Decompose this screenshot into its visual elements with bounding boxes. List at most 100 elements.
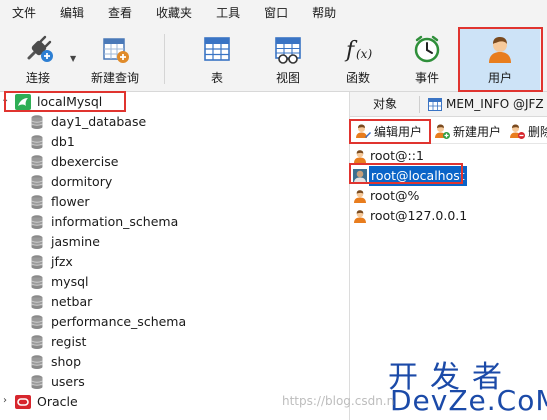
tree-node-database[interactable]: users	[0, 372, 349, 392]
new-user-label: 新建用户	[453, 124, 502, 139]
database-icon	[31, 215, 43, 229]
tree-node-database[interactable]: jasmine	[0, 232, 349, 252]
user-label: root@localhost	[369, 166, 467, 186]
user-list-item-selected[interactable]: root@localhost	[350, 166, 547, 186]
menu-file[interactable]: 文件	[0, 0, 48, 26]
new-query-label: 新建查询	[90, 71, 139, 85]
user-list-item[interactable]: root@%	[350, 186, 547, 206]
view-button[interactable]: 视图	[266, 28, 310, 90]
database-icon	[31, 115, 43, 129]
new-query-icon	[103, 38, 129, 63]
tree-node-database[interactable]: dormitory	[0, 172, 349, 192]
tree-node-database[interactable]: performance_schema	[0, 312, 349, 332]
tree-node-localmysql[interactable]: ⌄ localMysql	[0, 92, 349, 112]
table-button[interactable]: 表	[195, 28, 239, 90]
user-icon	[354, 150, 366, 163]
tree-node-database[interactable]: dbexercise	[0, 152, 349, 172]
tree-node-database[interactable]: shop	[0, 352, 349, 372]
user-button[interactable]: 用户	[460, 28, 540, 90]
database-icon	[31, 135, 43, 149]
event-label: 事件	[414, 71, 439, 85]
menu-help[interactable]: 帮助	[300, 0, 348, 26]
database-label: flower	[51, 194, 90, 209]
edit-user-button[interactable]: 编辑用户	[355, 121, 422, 141]
function-label: 函数	[345, 71, 370, 85]
tree-node-database[interactable]: mysql	[0, 272, 349, 292]
database-label: day1_database	[51, 114, 147, 129]
database-label: netbar	[51, 294, 93, 309]
toolbar-divider	[164, 34, 165, 84]
database-icon	[31, 235, 43, 249]
connect-button[interactable]: 连接	[8, 28, 68, 90]
database-icon	[31, 175, 43, 189]
tree-node-database[interactable]: regist	[0, 332, 349, 352]
database-icon	[31, 155, 43, 169]
table-icon	[428, 98, 442, 111]
expand-arrow-icon[interactable]: ⌄	[1, 94, 9, 105]
database-icon	[31, 355, 43, 369]
event-clock-icon	[414, 35, 440, 63]
watermark-english: DevZe.CoM	[390, 384, 547, 417]
user-list-item[interactable]: root@127.0.0.1	[350, 206, 547, 226]
database-label: dormitory	[51, 174, 113, 189]
user-icon	[354, 190, 366, 203]
database-label: performance_schema	[51, 314, 187, 329]
tree-node-database[interactable]: netbar	[0, 292, 349, 312]
new-user-icon	[435, 124, 450, 139]
svg-text:(x): (x)	[356, 47, 372, 61]
user-icon	[354, 210, 366, 223]
database-label: information_schema	[51, 214, 179, 229]
user-label: 用户	[487, 71, 512, 85]
database-label: users	[51, 374, 85, 389]
menu-window[interactable]: 窗口	[252, 0, 300, 26]
menu-tools[interactable]: 工具	[204, 0, 252, 26]
user-list-item[interactable]: root@::1	[350, 146, 547, 166]
tree-node-database[interactable]: flower	[0, 192, 349, 212]
menu-edit[interactable]: 编辑	[48, 0, 96, 26]
user-icon	[353, 169, 367, 183]
connect-label: 连接	[25, 71, 50, 85]
tab-mem-info[interactable]: MEM_INFO @JFZ	[446, 92, 544, 117]
menu-view[interactable]: 查看	[96, 0, 144, 26]
tree-node-database[interactable]: information_schema	[0, 212, 349, 232]
user-icon	[489, 37, 511, 63]
event-button[interactable]: 事件	[405, 28, 449, 90]
oracle-connection-icon	[15, 395, 31, 409]
delete-user-icon	[510, 124, 525, 139]
edit-user-label: 编辑用户	[374, 124, 423, 139]
user-label: root@::1	[370, 148, 424, 163]
main-toolbar: 连接 ▼ 新建查询 表 视图 f (x) 函数 事件 用户	[0, 26, 547, 92]
view-icon	[275, 37, 301, 64]
database-icon	[31, 275, 43, 289]
chevron-down-icon[interactable]: ▼	[70, 54, 76, 63]
tree-node-database[interactable]: jfzx	[0, 252, 349, 272]
view-label: 视图	[275, 71, 300, 85]
menu-bar: 文件 编辑 查看 收藏夹 工具 窗口 帮助	[0, 0, 547, 26]
function-fx-icon: f (x)	[344, 38, 372, 63]
database-icon	[31, 295, 43, 309]
database-icon	[31, 375, 43, 389]
mysql-connection-icon	[15, 94, 31, 110]
database-icon	[31, 315, 43, 329]
tab-divider	[419, 96, 420, 113]
user-label: root@%	[370, 188, 420, 203]
database-label: shop	[51, 354, 82, 369]
new-user-button[interactable]: 新建用户	[434, 121, 501, 141]
database-label: mysql	[51, 274, 89, 289]
table-label: 表	[210, 71, 223, 85]
tree-node-database[interactable]: db1	[0, 132, 349, 152]
chevron-right-icon[interactable]: ›	[3, 395, 7, 406]
connection-label: localMysql	[37, 94, 103, 109]
tab-objects[interactable]: 对象	[373, 92, 397, 117]
menu-favorites[interactable]: 收藏夹	[144, 0, 204, 26]
tree-node-database[interactable]: day1_database	[0, 112, 349, 132]
database-label: db1	[51, 134, 75, 149]
database-icon	[31, 195, 43, 209]
tab-bar: 对象 MEM_INFO @JFZ	[350, 92, 547, 117]
function-button[interactable]: f (x) 函数	[336, 28, 380, 90]
new-query-button[interactable]: 新建查询	[86, 28, 144, 90]
database-icon	[31, 255, 43, 269]
delete-user-button[interactable]: 删除	[509, 121, 547, 141]
watermark-url: https://blog.csdn.n	[282, 394, 395, 408]
database-label: dbexercise	[51, 154, 119, 169]
